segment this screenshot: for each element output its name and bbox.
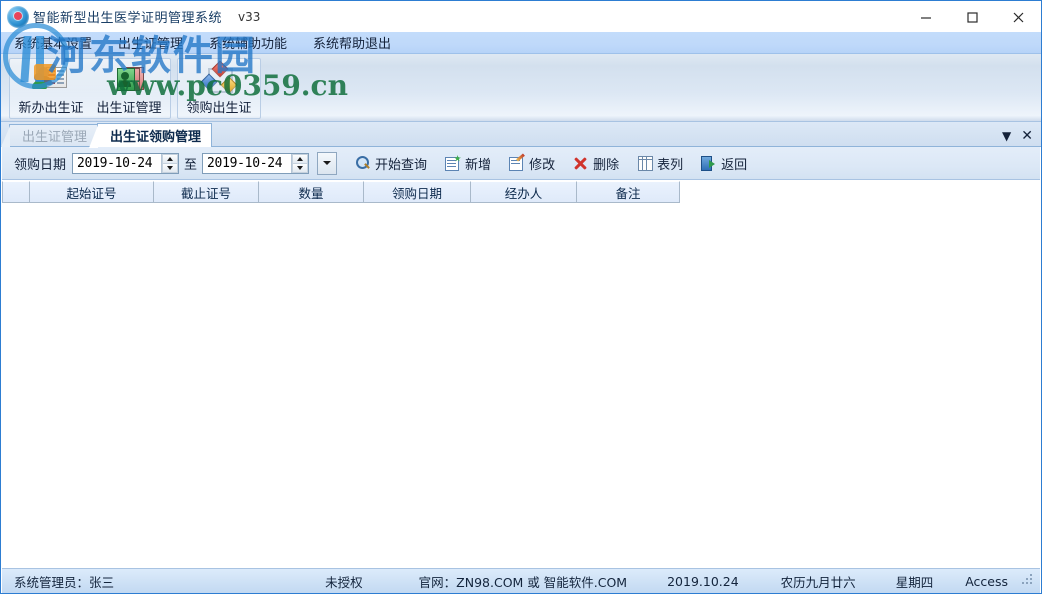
close-icon[interactable]: ✕: [1021, 129, 1033, 143]
toolbar-group-certificates: 新办出生证 出生证管理: [9, 58, 171, 119]
tab-certificate-purchase-management[interactable]: 出生证领购管理: [97, 123, 212, 147]
purchase-diamonds-icon: [202, 64, 236, 94]
status-website: 官网：ZN98.COM 或 智能软件.COM: [419, 572, 627, 591]
grid-header-quantity[interactable]: 数量: [259, 181, 364, 203]
grid-header-purchase-date[interactable]: 领购日期: [364, 181, 471, 203]
grid-header-end-number[interactable]: 截止证号: [154, 181, 259, 203]
search-icon: [355, 155, 371, 171]
resize-grip-icon[interactable]: [1022, 574, 1036, 588]
tab-strip: 出生证管理 出生证领购管理 ▼ ✕: [1, 122, 1041, 147]
menu-item-certificate-management[interactable]: 出生证管理: [105, 32, 196, 54]
toolbar-group-purchase: 领购出生证: [177, 58, 261, 119]
date-to-value[interactable]: 2019-10-24: [203, 154, 291, 173]
menu-bar: 系统基本设置 出生证管理 系统辅助功能 系统帮助退出: [1, 32, 1041, 54]
title-bar: 智能新型出生医学证明管理系统 v33: [1, 1, 1041, 32]
tab-certificate-management[interactable]: 出生证管理: [9, 124, 98, 146]
button-label: 表列: [657, 154, 683, 173]
date-preset-dropdown-button[interactable]: [317, 152, 337, 175]
grid-header-start-number[interactable]: 起始证号: [30, 181, 154, 203]
date-to-field[interactable]: 2019-10-24: [202, 153, 309, 174]
status-weekday: 星期四: [896, 572, 934, 591]
menu-item-system-settings[interactable]: 系统基本设置: [1, 32, 105, 54]
window-controls: [903, 1, 1041, 32]
stepper-down-icon[interactable]: [292, 163, 308, 173]
columns-grid-icon: [637, 155, 653, 171]
button-label: 开始查询: [375, 154, 427, 173]
delete-button[interactable]: 删除: [573, 154, 619, 173]
app-version-label: v33: [238, 10, 260, 24]
menu-item-help-exit[interactable]: 系统帮助退出: [300, 32, 404, 54]
columns-button[interactable]: 表列: [637, 154, 683, 173]
tab-label: 出生证管理: [22, 126, 87, 145]
add-button[interactable]: 新增: [445, 154, 491, 173]
new-certificate-icon: [34, 64, 68, 94]
tab-strip-controls: ▼ ✕: [1002, 129, 1041, 146]
app-logo-icon: [7, 6, 29, 28]
stepper-up-icon[interactable]: [292, 154, 308, 163]
status-bar: 系统管理员：张三 未授权 官网：ZN98.COM 或 智能软件.COM 2019…: [2, 568, 1040, 593]
data-grid: 起始证号 截止证号 数量 领购日期 经办人 备注: [2, 180, 1040, 569]
chevron-down-icon: [323, 161, 331, 165]
grid-header-remark[interactable]: 备注: [577, 181, 680, 203]
chevron-down-icon[interactable]: ▼: [1002, 130, 1011, 142]
status-database: Access: [965, 574, 1008, 589]
status-lunar-date: 农历九月廿六: [781, 572, 856, 591]
search-button[interactable]: 开始查询: [355, 154, 427, 173]
add-document-icon: [445, 155, 461, 171]
toolbar-button-new-certificate[interactable]: 新办出生证: [12, 61, 90, 116]
date-from-value[interactable]: 2019-10-24: [73, 154, 161, 173]
delete-x-icon: [573, 155, 589, 171]
toolbar-button-label: 新办出生证: [18, 97, 83, 116]
minimize-button[interactable]: [903, 1, 949, 32]
edit-document-icon: [509, 155, 525, 171]
date-from-stepper[interactable]: [161, 154, 178, 173]
date-range-separator-label: 至: [184, 154, 197, 173]
button-label: 删除: [593, 154, 619, 173]
application-window: 智能新型出生医学证明管理系统 v33 系统基本设置 出生证管理 系统辅助功能 系…: [0, 0, 1042, 594]
edit-button[interactable]: 修改: [509, 154, 555, 173]
back-button[interactable]: 返回: [701, 154, 747, 173]
close-button[interactable]: [995, 1, 1041, 32]
grid-header-selector[interactable]: [2, 181, 30, 203]
query-toolbar: 领购日期 2019-10-24 至 2019-10-24 开始查询 新增: [2, 147, 1040, 180]
button-label: 新增: [465, 154, 491, 173]
tab-label: 出生证领购管理: [110, 126, 201, 145]
grid-body-empty[interactable]: [2, 202, 1040, 568]
button-label: 返回: [721, 154, 747, 173]
main-toolbar: 新办出生证 出生证管理 领购出生证: [1, 54, 1041, 122]
window-title: 智能新型出生医学证明管理系统: [33, 7, 222, 26]
certificate-cards-icon: [112, 64, 146, 94]
date-from-field[interactable]: 2019-10-24: [72, 153, 179, 174]
stepper-down-icon[interactable]: [162, 163, 178, 173]
toolbar-button-certificate-management[interactable]: 出生证管理: [90, 61, 168, 116]
toolbar-button-label: 出生证管理: [96, 97, 161, 116]
exit-door-icon: [701, 155, 717, 171]
stepper-up-icon[interactable]: [162, 154, 178, 163]
menu-item-system-tools[interactable]: 系统辅助功能: [196, 32, 300, 54]
toolbar-button-label: 领购出生证: [186, 97, 251, 116]
status-date: 2019.10.24: [667, 574, 739, 589]
date-to-stepper[interactable]: [291, 154, 308, 173]
status-operator: 系统管理员：张三: [2, 572, 114, 591]
button-label: 修改: [529, 154, 555, 173]
toolbar-button-purchase-certificate[interactable]: 领购出生证: [180, 61, 258, 116]
purchase-date-label: 领购日期: [14, 154, 66, 173]
maximize-button[interactable]: [949, 1, 995, 32]
status-license: 未授权: [325, 572, 363, 591]
grid-header-handler[interactable]: 经办人: [471, 181, 577, 203]
grid-header-row: 起始证号 截止证号 数量 领购日期 经办人 备注: [2, 180, 1040, 202]
